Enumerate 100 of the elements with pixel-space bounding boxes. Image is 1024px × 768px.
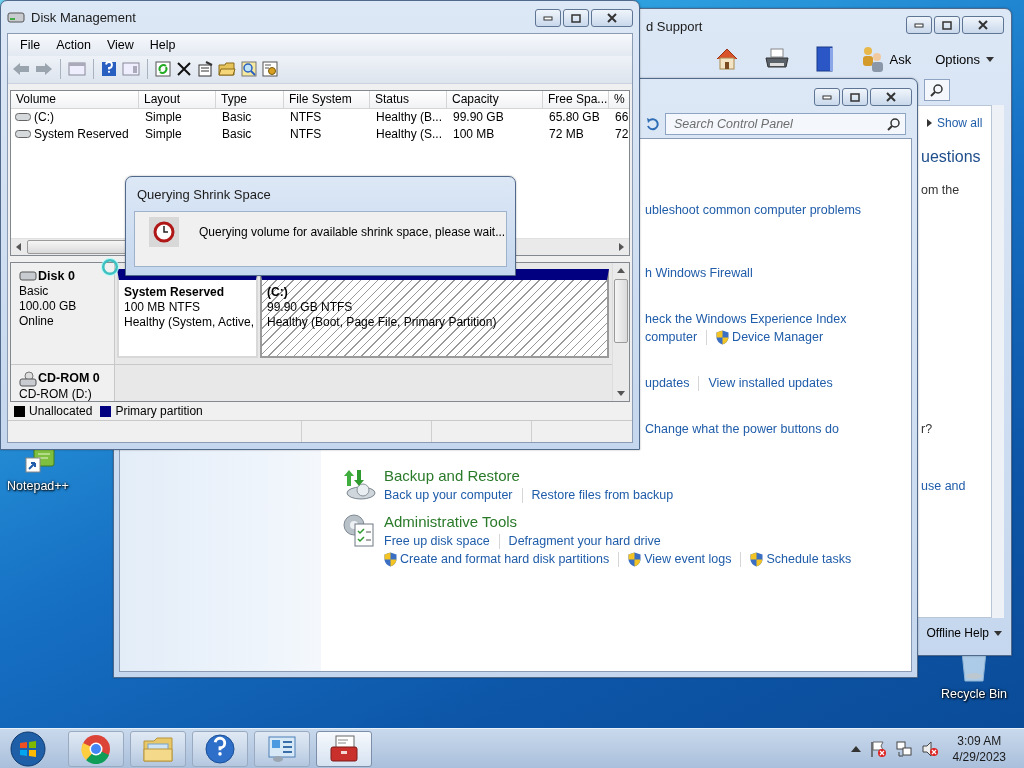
desktop-icon-label[interactable]: Recycle Bin [941, 687, 1007, 701]
taskbar-button[interactable] [192, 730, 248, 767]
control-panel-icon [266, 733, 298, 764]
disk-drive-icon [7, 9, 25, 25]
menu-item[interactable]: File [12, 37, 49, 52]
scroll-up-arrow-icon[interactable] [617, 266, 625, 275]
clock-icon [149, 217, 179, 247]
scroll-right-arrow-icon[interactable] [617, 242, 625, 251]
help-link[interactable]: use and [921, 477, 966, 495]
show-all-link[interactable]: Show all [921, 114, 983, 132]
refresh-icon[interactable] [645, 117, 659, 131]
table-cell-text: Basic [221, 110, 252, 124]
shield-icon [750, 551, 764, 567]
ask-button[interactable]: Ask [889, 51, 912, 67]
drive-icon [15, 112, 31, 122]
vertical-scrollbar[interactable] [992, 105, 1004, 618]
book-icon[interactable] [813, 45, 836, 73]
column-header[interactable]: Volume [11, 90, 139, 109]
network-icon[interactable] [894, 739, 913, 758]
disk-name: CD-ROM 0 [38, 371, 100, 387]
link[interactable]: ubleshoot common computer problems [645, 203, 862, 217]
link[interactable]: Restore files from backup [531, 488, 674, 502]
offline-help-menu[interactable]: Offline Help [926, 626, 1002, 640]
table-cell-text: 66 [614, 110, 629, 124]
link[interactable]: View installed updates [708, 376, 833, 390]
help-text: om the [921, 182, 960, 199]
taskbar-button[interactable] [254, 730, 310, 767]
column-header[interactable]: Layout [139, 90, 216, 109]
minimize-button[interactable] [814, 88, 840, 106]
table-cell-text: 100 MB [452, 127, 495, 141]
settings-icon[interactable] [262, 61, 278, 78]
link[interactable]: Free up disk space [384, 534, 490, 548]
help-icon[interactable] [101, 61, 117, 78]
caret-up-icon[interactable] [850, 744, 861, 753]
minimize-button[interactable] [906, 16, 932, 34]
scroll-down-arrow-icon[interactable] [617, 389, 625, 398]
speaker-muted-icon[interactable] [920, 739, 939, 758]
partition-name: (C:) [267, 284, 289, 300]
scroll-left-arrow-icon[interactable] [15, 242, 23, 251]
table-cell-text: 72 MB [548, 127, 584, 141]
disk-drive-icon [19, 270, 37, 283]
column-header[interactable]: File System [284, 90, 370, 109]
link[interactable]: Schedule tasks [766, 552, 852, 566]
maximize-button[interactable] [934, 16, 960, 34]
shield-icon [716, 329, 730, 345]
minimize-icon [914, 22, 924, 28]
maximize-button[interactable] [563, 9, 589, 27]
link[interactable]: heck the Windows Experience Index [645, 312, 847, 326]
table-cell-text: NTFS [289, 110, 322, 124]
maximize-button[interactable] [842, 88, 868, 106]
partition-status: Healthy (Boot, Page File, Primary Partition) [267, 314, 498, 330]
disk-name: Disk 0 [38, 268, 75, 284]
menu-item[interactable]: View [98, 37, 142, 52]
folder-icon[interactable] [218, 61, 236, 78]
link[interactable]: updates [645, 376, 690, 390]
close-button[interactable] [962, 16, 1004, 34]
vertical-scrollbar[interactable] [612, 262, 629, 402]
table-cell-text: Healthy (S... [375, 127, 443, 141]
category-heading[interactable]: Administrative Tools [384, 512, 852, 532]
flag-icon[interactable] [868, 739, 887, 758]
link[interactable]: h Windows Firewall [645, 266, 753, 280]
close-button[interactable] [870, 88, 912, 106]
close-icon [977, 20, 989, 30]
link[interactable]: computer [645, 330, 698, 344]
link[interactable]: View event logs [644, 552, 732, 566]
clock[interactable]: 3:09 AM 4/29/2023 [952, 732, 1006, 765]
link[interactable]: Defragment your hard drive [508, 534, 661, 548]
disk-detail: Basic [19, 283, 50, 299]
desktop-icon-label[interactable]: Notepad++ [7, 479, 69, 493]
help-text: r? [921, 421, 933, 438]
partition-block[interactable]: (C:) 99.90 GB NTFS Healthy (Boot, Page File, Primary Partition) [260, 268, 609, 358]
shield-icon [384, 551, 397, 567]
column-header[interactable]: Type [216, 90, 284, 109]
link[interactable]: Change what the power buttons do [645, 422, 839, 436]
delete-icon[interactable] [176, 61, 192, 78]
column-header[interactable]: Status [370, 90, 447, 109]
close-button[interactable] [591, 9, 633, 27]
search-button[interactable] [924, 79, 950, 101]
properties-icon[interactable] [197, 61, 213, 78]
legend-label: Primary partition [115, 404, 203, 419]
magnifier-icon[interactable] [241, 61, 257, 78]
search-box[interactable]: Search Control Panel [665, 113, 906, 135]
search-field[interactable]: Search Control Panel [672, 116, 887, 132]
close-icon [885, 92, 897, 102]
column-header[interactable]: Capacity [447, 90, 543, 109]
menu-item[interactable]: Help [141, 37, 184, 52]
partition-block[interactable]: System Reserved 100 MB NTFS Healthy (System, Active, [117, 268, 258, 358]
taskbar-button[interactable] [68, 730, 124, 767]
column-header[interactable]: Free Spa... [543, 90, 609, 109]
link[interactable]: Device Manager [732, 330, 824, 344]
caret-down-icon [994, 630, 1002, 636]
refresh-icon[interactable] [155, 61, 171, 78]
options-menu[interactable]: Options [935, 51, 994, 67]
taskbar-button[interactable] [316, 730, 372, 767]
link[interactable]: Back up your computer [384, 488, 513, 502]
link[interactable]: Create and format hard disk partitions [400, 552, 610, 566]
category-heading[interactable]: Backup and Restore [384, 466, 674, 486]
menu-item[interactable]: Action [48, 37, 99, 52]
toolbox-icon [328, 733, 360, 764]
minimize-button[interactable] [535, 9, 561, 27]
